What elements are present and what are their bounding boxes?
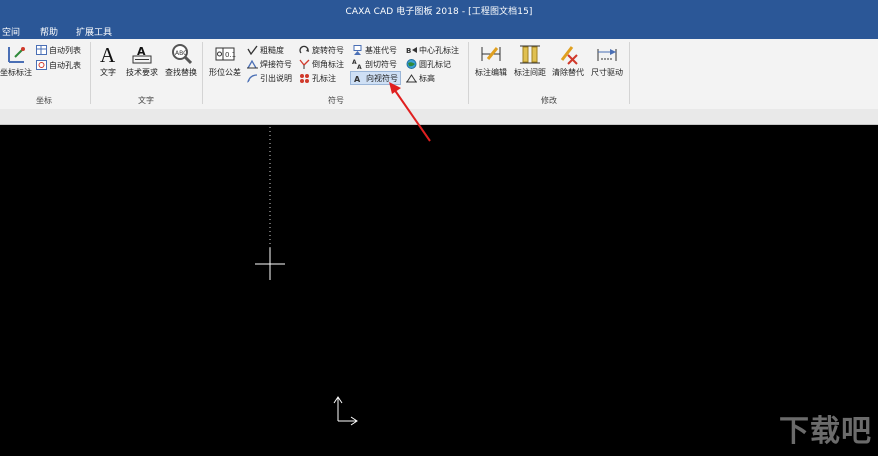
menu-bar: 空间 帮助 扩展工具 xyxy=(0,21,878,39)
rotate-symbol-button[interactable]: 旋转符号 xyxy=(299,44,344,56)
globe-icon xyxy=(406,59,417,69)
weld-symbol-label: 焊接符号 xyxy=(260,59,292,69)
dim-edit-label: 标注编辑 xyxy=(475,68,507,77)
elevation-icon xyxy=(406,74,417,83)
roughness-button[interactable]: 粗糙度 xyxy=(247,44,284,56)
dim-spacing-label: 标注间距 xyxy=(514,68,546,77)
elevation-button[interactable]: 标高 xyxy=(406,72,435,84)
find-replace-button[interactable]: ABC 查找替换 xyxy=(162,43,200,78)
svg-text:A: A xyxy=(357,64,362,69)
clear-override-label: 清除替代 xyxy=(552,68,584,77)
elevation-label: 标高 xyxy=(419,73,435,83)
tech-requirements-button[interactable]: A 技术要求 xyxy=(122,43,162,78)
auto-hole-table-button[interactable]: 自动孔表 xyxy=(36,59,81,71)
center-hole-dim-button[interactable]: B 中心孔标注 xyxy=(406,44,459,56)
find-replace-label: 查找替换 xyxy=(165,68,197,77)
group-separator xyxy=(629,42,630,104)
menu-item-extension-tools[interactable]: 扩展工具 xyxy=(76,25,112,38)
group-label-symbol: 符号 xyxy=(328,96,344,105)
chamfer-dim-label: 倒角标注 xyxy=(312,59,344,69)
coord-dim-icon xyxy=(8,47,25,63)
dim-edit-icon xyxy=(481,47,501,61)
ribbon: 坐标标注 自动列表 自动孔表 坐标 A 文字 A 技术要求 ABC 查找替换 文… xyxy=(0,39,878,110)
document-tab-strip xyxy=(0,109,878,125)
menu-item-help[interactable]: 帮助 xyxy=(40,25,58,38)
group-separator xyxy=(468,42,469,104)
section-symbol-button[interactable]: AA 剖切符号 xyxy=(352,58,397,70)
svg-text:A: A xyxy=(354,75,361,83)
group-separator xyxy=(202,42,203,104)
view-direction-symbol-button[interactable]: A 向视符号 xyxy=(350,71,401,85)
tech-requirements-icon: A xyxy=(132,45,152,64)
text-icon: A xyxy=(100,43,116,65)
drawing-canvas[interactable]: 下载吧 xyxy=(0,125,878,456)
tolerance-frame-icon: 0.1 xyxy=(215,47,236,61)
leader-icon xyxy=(247,74,258,83)
text-label: 文字 xyxy=(100,68,116,77)
hole-dots-icon xyxy=(300,74,309,83)
weld-symbol-button[interactable]: 焊接符号 xyxy=(247,58,292,70)
center-hole-dim-label: 中心孔标注 xyxy=(419,45,459,55)
coord-dim-label: 坐标标注 xyxy=(0,68,32,77)
menu-item-space[interactable]: 空间 xyxy=(2,25,20,38)
geometric-tolerance-label: 形位公差 xyxy=(209,68,241,77)
tech-requirements-label: 技术要求 xyxy=(126,68,158,77)
canvas-overlay xyxy=(255,127,358,426)
weld-icon xyxy=(247,59,258,69)
rotate-symbol-label: 旋转符号 xyxy=(312,45,344,55)
dim-spacing-button[interactable]: 标注间距 xyxy=(511,43,549,78)
svg-text:ABC: ABC xyxy=(175,50,187,57)
table-icon xyxy=(36,45,47,55)
group-label-coord: 坐标 xyxy=(36,96,52,105)
rotate-icon xyxy=(299,45,309,54)
dim-driven-button[interactable]: 尺寸驱动 xyxy=(588,43,626,78)
auto-list-button[interactable]: 自动列表 xyxy=(36,44,81,56)
magnifier-icon: ABC xyxy=(172,44,192,65)
view-arrow-icon: A xyxy=(354,75,361,83)
crosshair-cursor xyxy=(255,248,285,280)
clear-override-button[interactable]: 清除替代 xyxy=(549,43,587,78)
dim-driven-icon xyxy=(597,49,617,61)
ucs-axis-icon xyxy=(333,396,358,426)
title-bar: CAXA CAD 电子图板 2018 - [工程图文档15] xyxy=(0,0,878,21)
center-hole-icon: B xyxy=(406,47,417,55)
group-separator xyxy=(90,42,91,104)
svg-text:B: B xyxy=(406,47,411,55)
round-hole-mark-label: 圆孔标记 xyxy=(419,59,451,69)
text-button[interactable]: A 文字 xyxy=(96,43,120,78)
geometric-tolerance-button[interactable]: 0.1 形位公差 xyxy=(205,43,245,78)
hole-dim-button[interactable]: 孔标注 xyxy=(299,72,336,84)
watermark: 下载吧 xyxy=(779,414,872,449)
svg-text:A: A xyxy=(100,43,116,65)
svg-text:0.1: 0.1 xyxy=(225,51,236,59)
datum-symbol-button[interactable]: 基准代号 xyxy=(352,44,397,56)
roughness-icon xyxy=(247,45,258,55)
group-label-text: 文字 xyxy=(138,96,154,105)
datum-icon xyxy=(353,45,362,55)
coord-dim-button[interactable]: 坐标标注 xyxy=(0,43,32,78)
round-hole-mark-button[interactable]: 圆孔标记 xyxy=(406,58,451,70)
roughness-label: 粗糙度 xyxy=(260,45,284,55)
dim-driven-label: 尺寸驱动 xyxy=(591,68,623,77)
section-symbol-label: 剖切符号 xyxy=(365,59,397,69)
chamfer-dim-button[interactable]: 倒角标注 xyxy=(299,58,344,70)
clear-override-icon xyxy=(560,46,578,65)
leader-note-label: 引出说明 xyxy=(260,73,292,83)
group-label-modify: 修改 xyxy=(541,96,557,105)
section-icon: AA xyxy=(352,59,362,69)
chamfer-icon xyxy=(299,59,310,69)
leader-note-button[interactable]: 引出说明 xyxy=(247,72,292,84)
datum-symbol-label: 基准代号 xyxy=(365,45,397,55)
hole-dim-label: 孔标注 xyxy=(312,73,336,83)
dim-edit-button[interactable]: 标注编辑 xyxy=(472,43,510,78)
auto-list-label: 自动列表 xyxy=(49,45,81,55)
auto-hole-table-label: 自动孔表 xyxy=(49,60,81,70)
window-title: CAXA CAD 电子图板 2018 - [工程图文档15] xyxy=(345,7,533,17)
hole-table-icon xyxy=(36,60,47,70)
dim-spacing-icon xyxy=(520,45,540,64)
view-direction-symbol-label: 向视符号 xyxy=(366,73,398,83)
